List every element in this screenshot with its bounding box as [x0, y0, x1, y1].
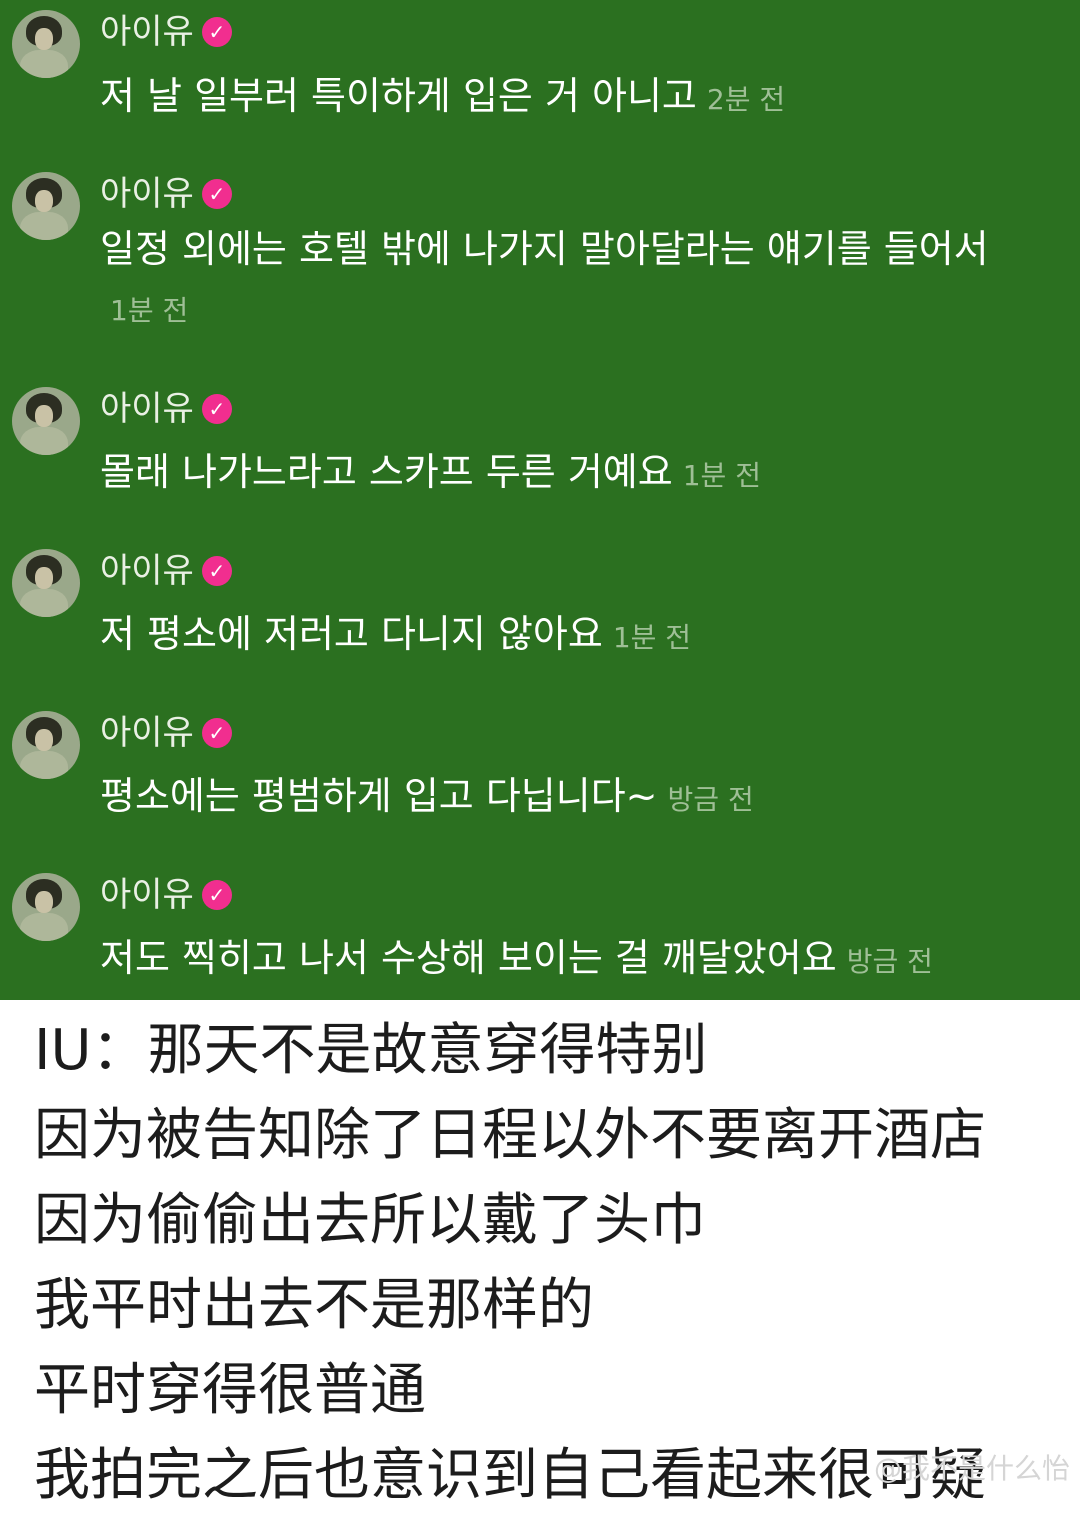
caption-line: 平时穿得很普通	[34, 1358, 426, 1423]
author-name[interactable]: 아이유	[100, 875, 194, 915]
caption-line: 我平时出去不是那样的	[34, 1273, 594, 1338]
comment-time: 2분 전	[706, 83, 786, 116]
comment-time: 방금 전	[846, 945, 933, 978]
translation-caption: IU：那天不是故意穿得特别 因为被告知除了日程以外不要离开酒店 因为偷偷出去所以…	[34, 1008, 1074, 1518]
comment-text: 저 날 일부러 특이하게 입은 거 아니고 2분 전	[100, 67, 1000, 129]
verified-check-icon: ✓	[201, 880, 232, 910]
caption-line: 因为偷偷出去所以戴了头巾	[34, 1188, 706, 1253]
comment-text: 평소에는 평범하게 입고 다닙니다~ 방금 전	[100, 767, 1000, 829]
comment-body: 일정 외에는 호텔 밖에 나가지 말아달라는 얘기를 들어서	[100, 227, 989, 271]
comment-text: 저 평소에 저러고 다니지 않아요 1분 전	[100, 605, 1000, 667]
watermark: @我不是什么怡	[873, 1452, 1070, 1485]
comment-body: 저 평소에 저러고 다니지 않아요	[100, 612, 603, 656]
avatar[interactable]	[12, 387, 80, 455]
caption-line: 因为被告知除了日程以外不要离开酒店	[34, 1103, 986, 1168]
author-name[interactable]: 아이유	[100, 389, 194, 429]
verified-check-icon: ✓	[201, 179, 232, 209]
comment-time: 방금 전	[667, 783, 754, 816]
avatar[interactable]	[12, 873, 80, 941]
avatar[interactable]	[12, 10, 80, 78]
author-name[interactable]: 아이유	[100, 12, 194, 52]
avatar[interactable]	[12, 711, 80, 779]
comment-text: 저도 찍히고 나서 수상해 보이는 걸 깨달았어요 방금 전	[100, 929, 1000, 991]
verified-check-icon: ✓	[201, 718, 232, 748]
caption-line: IU：那天不是故意穿得特别	[34, 1018, 708, 1083]
comment-list: 아이유 ✓ 저 날 일부러 특이하게 입은 거 아니고 2분 전 아이유 ✓ 일정…	[0, 0, 1080, 1000]
avatar[interactable]	[12, 172, 80, 240]
comment-body: 평소에는 평범하게 입고 다닙니다~	[100, 774, 658, 818]
avatar[interactable]	[12, 549, 80, 617]
author-name[interactable]: 아이유	[100, 713, 194, 753]
verified-check-icon: ✓	[201, 556, 232, 586]
comment-text: 몰래 나가느라고 스카프 두른 거예요 1분 전	[100, 443, 1000, 505]
comment-time: 1분 전	[612, 621, 692, 654]
comment-body: 저도 찍히고 나서 수상해 보이는 걸 깨달았어요	[100, 936, 837, 980]
comment-text: 일정 외에는 호텔 밖에 나가지 말아달라는 얘기를 들어서 1분 전	[100, 220, 1000, 340]
author-name[interactable]: 아이유	[100, 551, 194, 591]
author-name[interactable]: 아이유	[100, 174, 194, 214]
comment-body: 저 날 일부러 특이하게 입은 거 아니고	[100, 74, 697, 118]
comment-body: 몰래 나가느라고 스카프 두른 거예요	[100, 450, 673, 494]
verified-check-icon: ✓	[201, 17, 232, 47]
comment-time: 1분 전	[110, 294, 189, 327]
comment-time: 1분 전	[682, 459, 761, 492]
verified-check-icon: ✓	[201, 394, 232, 424]
